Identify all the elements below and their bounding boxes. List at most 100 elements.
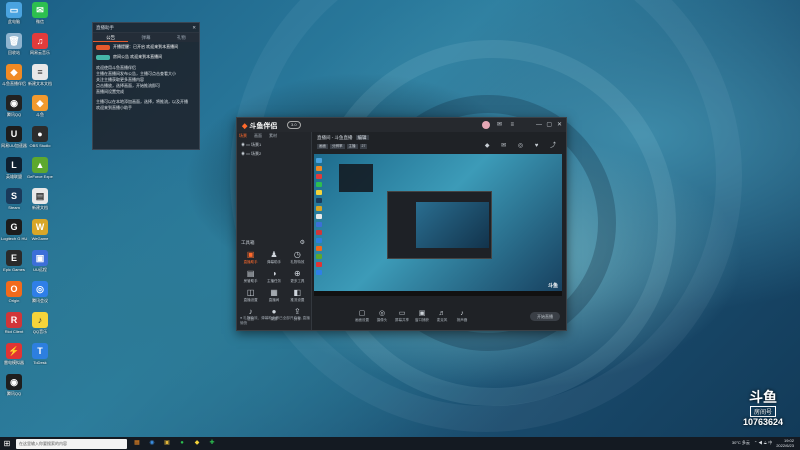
desktop-icon[interactable]: ▤ 新建文档 [27, 188, 53, 210]
go-live-button[interactable]: 开始直播 [530, 312, 560, 321]
close-button[interactable]: ✕ [557, 121, 562, 129]
desktop-icon[interactable]: ♫ 网易云音乐 [27, 33, 53, 55]
control-button[interactable]: ♪ 扬声器 [452, 309, 472, 323]
taskbar-app-icon[interactable]: ▣ [162, 439, 172, 448]
tray-icons[interactable]: ⌃ ◀ ⟁ 中 [754, 440, 772, 446]
taskbar-app-icon[interactable]: ● [177, 439, 187, 448]
tool-icon: ♪ [248, 307, 253, 316]
tool-button[interactable]: ▦ 直播间 [262, 288, 285, 303]
left-panel: 场景 画面 素材 ◉ ▭ 场景1 ◉ ▭ 场景2 工具箱 ⚙ ▣ 直播助手 ♟ 弹幕助… [237, 132, 312, 330]
bottom-controls: ▢ 画面设置 ◎ 摄像头 ▭ 屏幕共享 ▣ 窗口捕获 ♬ 麦克风 ♪ 扬声器 [312, 302, 566, 330]
notice-row[interactable]: 开播提醒：已开启 欢迎来到本直播间 [93, 42, 199, 52]
taskbar-app-icon[interactable]: ◉ [147, 439, 157, 448]
tool-button[interactable]: ◧ 推流设置 [286, 288, 309, 303]
tool-button[interactable]: ▤ 房管助手 [239, 269, 262, 284]
tab-announce[interactable]: 公告 [93, 33, 129, 42]
desktop-icon-label: 回收站 [8, 50, 20, 55]
preview-notice-panel [339, 164, 373, 192]
menu-icon[interactable]: ≡ [510, 121, 514, 129]
minimize-button[interactable]: — [536, 121, 542, 129]
search-input[interactable]: 在这里输入你要搜索的内容 [16, 438, 127, 449]
tool-icon: ▤ [246, 269, 255, 278]
control-icon: ▣ [418, 310, 426, 317]
desktop-icon[interactable]: ♪ QQ音乐 [27, 312, 53, 334]
control-label: 摄像头 [376, 318, 388, 322]
desktop-icon[interactable]: R Riot Client [1, 312, 27, 334]
avatar[interactable] [482, 121, 490, 129]
taskbar-app-icon[interactable]: ▦ [132, 439, 142, 448]
desktop-icon[interactable]: ⚡ 雷电模拟器 [1, 343, 27, 365]
desktop-icon[interactable]: ✉ 微信 [27, 2, 53, 24]
room-chip[interactable]: 分辨率 [330, 144, 345, 149]
app-icon: O [6, 281, 22, 297]
tool-button[interactable]: ◑ 主播任务 [262, 269, 285, 284]
desktop-icon[interactable]: ◉ 腾讯QQ [1, 95, 27, 117]
desktop-icon-label: 腾讯QQ [6, 391, 22, 396]
tool-icon: ◫ [246, 288, 255, 297]
start-button[interactable]: ⊞ [0, 439, 14, 448]
desktop-icon[interactable]: L 英雄联盟 [1, 157, 27, 179]
settings-icon[interactable]: ⚙ [300, 239, 305, 246]
desktop-icon[interactable]: ◆ 斗鱼 [27, 95, 53, 117]
desktop-icon[interactable]: S Steam [1, 188, 27, 210]
desktop-icon[interactable]: ▲GeForce Experience [27, 157, 53, 179]
control-button[interactable]: ♬ 麦克风 [432, 309, 452, 323]
notice-header[interactable]: 直播助手 ✕ [93, 23, 199, 33]
desktop-icon[interactable]: ● OBS Studio [27, 126, 53, 148]
tab-scenes[interactable]: 场景 [239, 132, 247, 140]
tool-button[interactable]: ▣ 直播助手 [239, 250, 262, 265]
desktop-icon[interactable]: E Epic Games [1, 250, 27, 272]
control-label: 麦克风 [436, 318, 448, 322]
tool-label: 直播间 [268, 298, 280, 302]
desktop-icon[interactable]: ▭ 此电脑 [1, 2, 27, 24]
desktop-icon-label: 新建文本文档 [28, 81, 52, 86]
tool-button[interactable]: ◷ 礼物特效 [286, 250, 309, 265]
tab-gift[interactable]: 礼物 [164, 33, 199, 42]
desktop-icon[interactable]: ◆ 斗鱼直播伴侣 [1, 64, 27, 86]
room-title[interactable]: 直播间 - 斗鱼直播 编辑 [317, 135, 369, 141]
desktop-icon[interactable]: 🗑 回收站 [1, 33, 27, 55]
notice-row[interactable]: 房间公告 欢迎来到本直播间 [93, 52, 199, 62]
control-button[interactable]: ▣ 窗口捕获 [412, 309, 432, 323]
control-label: 画面设置 [355, 318, 369, 322]
maximize-button[interactable]: ▢ [546, 121, 552, 129]
tool-button[interactable]: ◫ 直播设置 [239, 288, 262, 303]
desktop-icon[interactable]: U 网易UU加速器 [1, 126, 27, 148]
app-titlebar[interactable]: ◆ 斗鱼伴侣 3.0 ✉ ≡ — ▢ ✕ [237, 118, 566, 132]
tab-sources[interactable]: 画面 [254, 132, 262, 140]
stream-preview[interactable]: 斗鱼 [314, 154, 562, 296]
tool-icon: ◧ [293, 288, 302, 297]
edit-tag[interactable]: 编辑 [355, 135, 369, 140]
desktop-icon-label: 腾讯会议 [32, 298, 48, 303]
scene-item[interactable]: ◉ ▭ 场景1 [237, 140, 311, 149]
tab-materials[interactable]: 素材 [269, 132, 277, 140]
weather-widget[interactable]: 30°C 多云 [732, 440, 750, 446]
room-chip[interactable]: 主播 [346, 144, 358, 149]
desktop-icon[interactable]: ◉ 腾讯QQ [1, 374, 27, 396]
tool-button[interactable]: ⊕ 更多工具 [286, 269, 309, 284]
control-button[interactable]: ▭ 屏幕共享 [392, 309, 412, 323]
taskbar-app-icon[interactable]: ◆ [192, 439, 202, 448]
control-button[interactable]: ▢ 画面设置 [352, 309, 372, 323]
left-footer-status: ● 礼物特效、弹幕助手等已全部开启中, 直播愉快 [240, 316, 310, 325]
gift-icon[interactable]: ✉ [497, 121, 502, 129]
close-icon[interactable]: ✕ [192, 23, 196, 32]
room-chip[interactable]: 画面 [317, 144, 328, 149]
desktop-icon[interactable]: ◎ 腾讯会议 [27, 281, 53, 303]
clock[interactable]: 19:02 2022/6/23 [776, 438, 794, 448]
status-pill [96, 44, 110, 50]
room-chip[interactable]: 27 [359, 144, 368, 149]
tab-danmaku[interactable]: 弹幕 [128, 33, 163, 42]
taskbar-app-icon[interactable]: ✚ [207, 439, 217, 448]
desktop-icon[interactable]: ≡ 新建文本文档 [27, 64, 53, 86]
top-action-icons[interactable]: ◆ ✉ ◎ ♥ ⤴ [485, 140, 561, 149]
desktop-icon[interactable]: O Origin [1, 281, 27, 303]
control-icon: ▢ [358, 310, 366, 317]
scene-item[interactable]: ◉ ▭ 场景2 [237, 149, 311, 158]
tool-button[interactable]: ♟ 弹幕助手 [262, 250, 285, 265]
control-button[interactable]: ◎ 摄像头 [372, 309, 392, 323]
desktop-icon[interactable]: GLogitech G HUB [1, 219, 27, 241]
desktop-icon[interactable]: ▣ UU远程 [27, 250, 53, 272]
desktop-icon[interactable]: T ToDesk [27, 343, 53, 365]
desktop-icon[interactable]: W WeGame [27, 219, 53, 241]
